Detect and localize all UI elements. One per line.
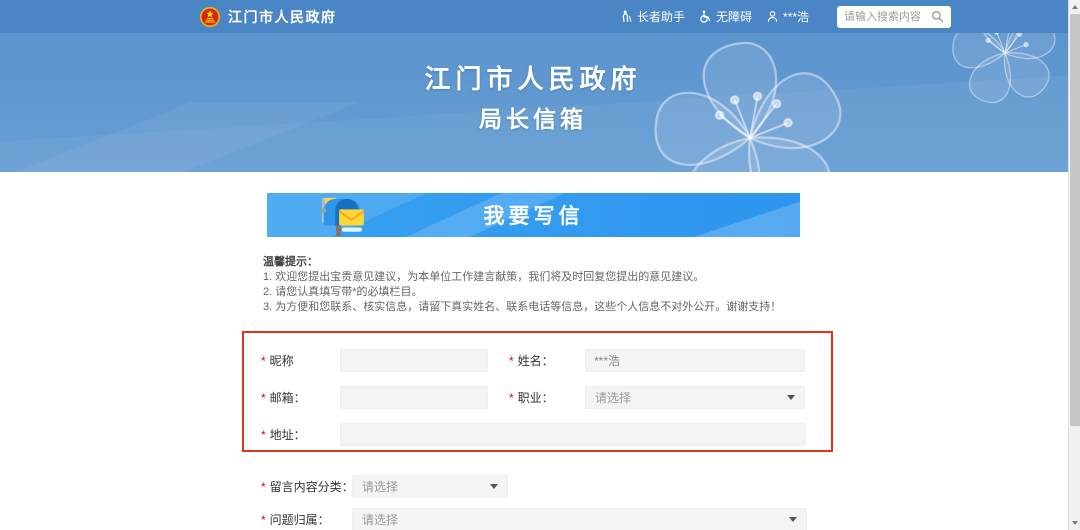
required-mark: *	[261, 391, 266, 405]
hero-title-line2: 局长信箱	[0, 100, 1066, 134]
chevron-down-icon	[787, 395, 795, 400]
scrollbar[interactable]	[1068, 0, 1080, 530]
chevron-down-icon	[789, 517, 797, 522]
search-input[interactable]	[844, 11, 927, 23]
email-label: * 邮箱：	[261, 386, 306, 409]
scroll-up-button[interactable]	[1069, 0, 1080, 14]
site-name: 江门市人民政府	[228, 7, 337, 27]
user-icon	[766, 10, 779, 23]
accessibility-label: 无障碍	[716, 8, 752, 25]
search-box[interactable]	[837, 6, 951, 28]
wheelchair-icon	[699, 10, 712, 23]
required-mark: *	[261, 354, 266, 368]
required-mark: *	[261, 480, 266, 494]
elder-icon	[620, 10, 633, 23]
scroll-down-button[interactable]	[1069, 516, 1080, 530]
scrollbar-thumb[interactable]	[1070, 14, 1080, 426]
tips-block: 温馨提示： 1. 欢迎您提出宝贵意见建议，为本单位工作建言献策，我们将及时回复您…	[263, 254, 823, 315]
site-logo[interactable]: 江门市人民政府	[199, 0, 337, 33]
attribution-select[interactable]: 请选择	[352, 508, 807, 530]
topbar: 江门市人民政府 长者助手	[0, 0, 1080, 33]
nickname-label: * 昵称	[261, 349, 294, 372]
occupation-select[interactable]: 请选择	[585, 386, 805, 409]
required-mark: *	[509, 354, 514, 368]
user-account-link[interactable]: ***浩	[766, 8, 809, 25]
required-mark: *	[261, 513, 266, 527]
tips-line-1: 1. 欢迎您提出宝贵意见建议，为本单位工作建言献策，我们将及时回复您提出的意见建…	[263, 270, 823, 285]
elder-helper-link[interactable]: 长者助手	[620, 8, 685, 25]
category-select[interactable]: 请选择	[352, 475, 508, 498]
nickname-input[interactable]	[340, 349, 488, 372]
occupation-value: 请选择	[595, 389, 631, 406]
email-input[interactable]	[340, 386, 488, 409]
write-letter-banner: 我要写信	[267, 193, 800, 237]
attribution-label: * 问题归属：	[261, 508, 330, 530]
elder-helper-label: 长者助手	[637, 8, 685, 25]
category-label: * 留言内容分类：	[261, 475, 354, 498]
top-navigation: 长者助手 无障碍 **	[620, 0, 951, 33]
hero-banner: 江门市人民政府 局长信箱	[0, 33, 1080, 172]
hero-title-line1: 江门市人民政府	[0, 59, 1066, 96]
national-emblem-icon	[199, 6, 221, 28]
category-value: 请选择	[362, 478, 398, 495]
occupation-label: * 职业：	[509, 386, 554, 409]
address-label: * 地址：	[261, 423, 306, 446]
tips-heading: 温馨提示：	[263, 254, 823, 270]
address-input[interactable]	[340, 423, 806, 446]
name-label: * 姓名：	[509, 349, 554, 372]
tips-line-2: 2. 请您认真填写带*的必填栏目。	[263, 285, 823, 300]
required-mark: *	[261, 428, 266, 442]
user-name-label: ***浩	[783, 8, 809, 25]
accessibility-link[interactable]: 无障碍	[699, 8, 752, 25]
required-mark: *	[509, 391, 514, 405]
section-title: 我要写信	[267, 193, 800, 237]
page: 江门市人民政府 长者助手	[0, 0, 1080, 530]
tips-line-3: 3. 为方便和您联系、核实信息，请留下真实姓名、联系电话等信息，这些个人信息不对…	[263, 300, 823, 315]
chevron-down-icon	[490, 484, 498, 489]
search-icon[interactable]	[931, 10, 944, 23]
name-input[interactable]	[585, 349, 805, 372]
attribution-value: 请选择	[362, 511, 398, 528]
